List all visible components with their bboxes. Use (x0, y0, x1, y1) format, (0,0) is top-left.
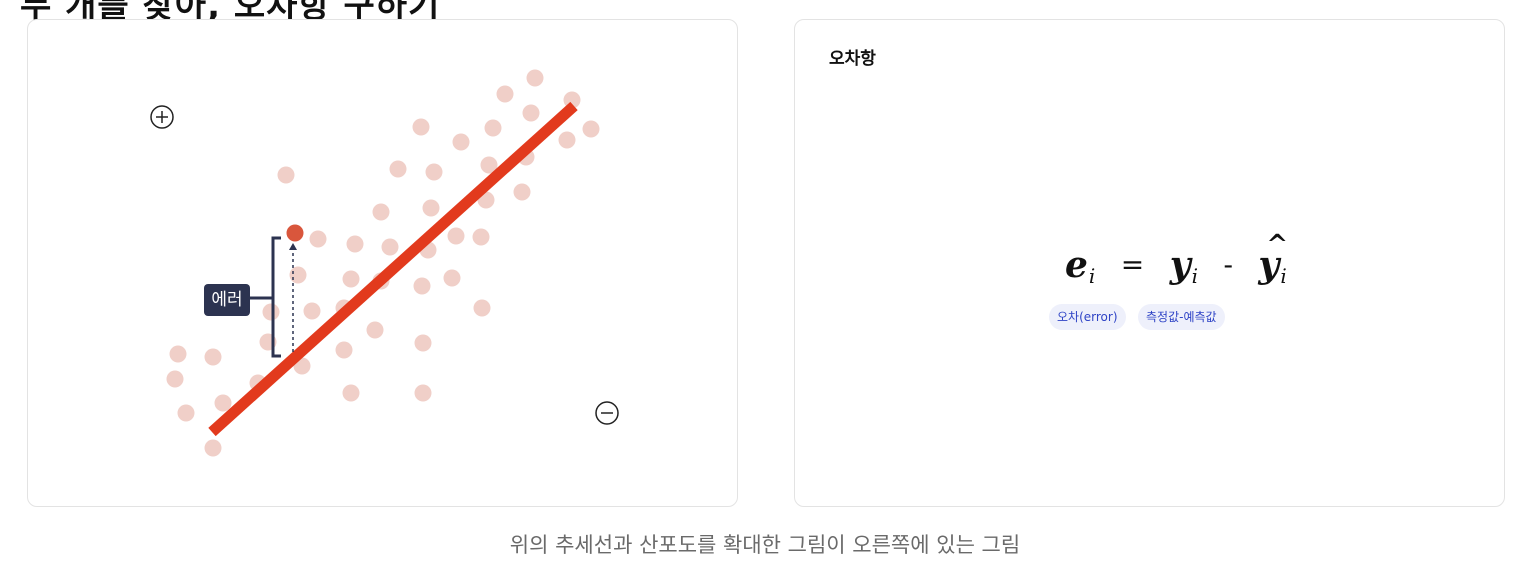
scatter-point (262, 303, 280, 321)
scatter-point (452, 133, 470, 151)
formula-e: e (1065, 244, 1088, 286)
scatter-point (473, 299, 491, 317)
scatter-point (422, 199, 440, 217)
scatter-point (414, 384, 432, 402)
scatter-point (169, 345, 187, 363)
figure-caption: 위의 추세선과 산포도를 확대한 그림이 오른쪽에 있는 그림 (509, 533, 1021, 557)
scatter-point (558, 131, 576, 149)
scatter-plot (150, 69, 619, 457)
scatter-point (414, 334, 432, 352)
scatter-point (277, 166, 295, 184)
plus-icon (150, 105, 174, 129)
trend-line (208, 101, 578, 437)
formula-equals: = (1120, 248, 1145, 281)
error-label: 에러 (204, 284, 250, 316)
scatter-point (413, 277, 431, 295)
scatter-point (214, 394, 232, 412)
scatter-point (204, 348, 222, 366)
scatter-point (289, 266, 307, 284)
scatter-point (412, 118, 430, 136)
scatter-points (166, 69, 600, 457)
scatter-panel: 에러 (27, 19, 738, 507)
scatter-point (342, 384, 360, 402)
scatter-point (177, 404, 195, 422)
scatter-point (204, 439, 222, 457)
scatter-point (372, 203, 390, 221)
scatter-point (472, 228, 490, 246)
highlighted-point (286, 224, 304, 242)
scatter-point (513, 183, 531, 201)
formula-minus: - (1223, 248, 1233, 281)
error-formula: ei = yi - ^ yi (1065, 230, 1288, 288)
scatter-point (309, 230, 327, 248)
minus-icon (595, 401, 619, 425)
formula-y-subscript: i (1191, 264, 1199, 288)
scatter-point (425, 163, 443, 181)
scatter-point (526, 69, 544, 87)
scatter-point (484, 119, 502, 137)
scatter-point (335, 341, 353, 359)
scatter-point (366, 321, 384, 339)
formula-panel: 오차항 ei = yi - ^ yi 오차(error) 측정값-예측값 (794, 19, 1505, 507)
error-bracket (271, 236, 281, 358)
scatter-point (381, 238, 399, 256)
scatter-point (389, 160, 407, 178)
scatter-point (346, 235, 364, 253)
error-chip: 오차(error) (1049, 304, 1126, 330)
scatter-point (443, 269, 461, 287)
error-arrow-head (289, 243, 297, 250)
formula-y-hat-subscript: i (1280, 264, 1287, 288)
formula-e-subscript: i (1088, 264, 1096, 288)
formula-y: y (1169, 244, 1191, 286)
formula-hat: ^ (1266, 230, 1289, 260)
scatter-point (303, 302, 321, 320)
scatter-point (522, 104, 540, 122)
scatter-point (496, 85, 514, 103)
measured-minus-predicted-chip: 측정값-예측값 (1138, 304, 1225, 330)
scatter-point (166, 370, 184, 388)
panel-title: 오차항 (829, 49, 876, 69)
scatter-point (447, 227, 465, 245)
scatter-point (582, 120, 600, 138)
scatter-point (342, 270, 360, 288)
